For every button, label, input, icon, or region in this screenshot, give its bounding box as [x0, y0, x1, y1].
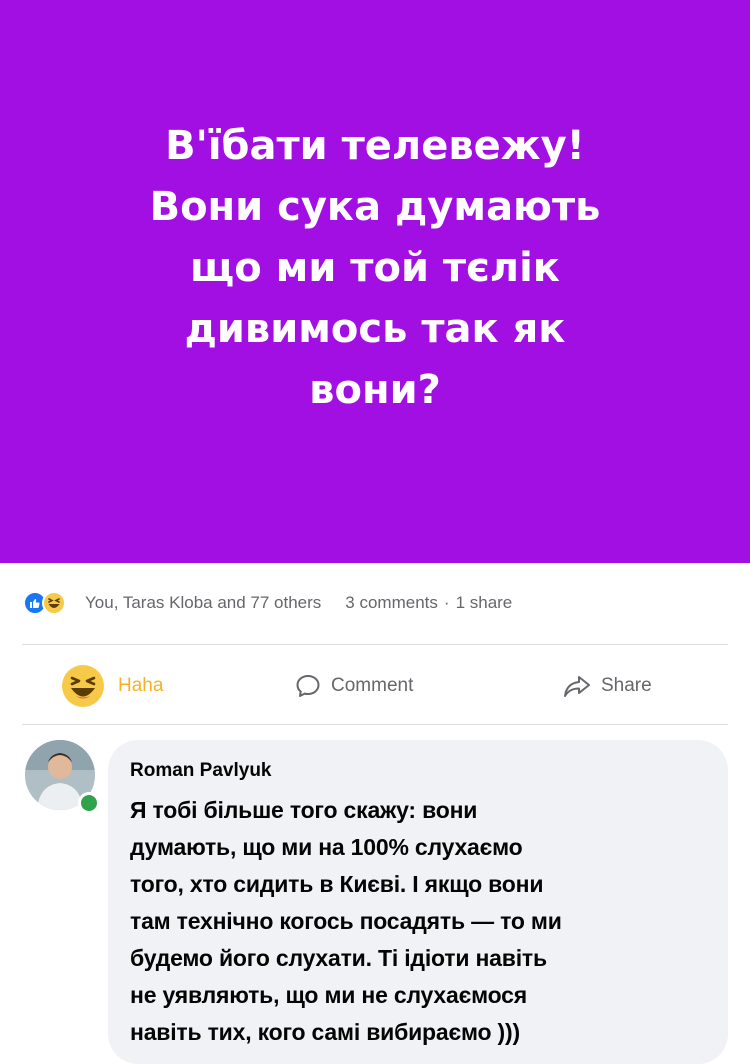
comment-label: Comment	[331, 675, 414, 696]
haha-icon	[62, 665, 104, 707]
haha-icon	[42, 591, 66, 615]
haha-label: Haha	[118, 675, 164, 696]
meta-separator: ·	[443, 593, 450, 612]
comment-bubble: Roman Pavlyuk Я тобі більше того скажу: …	[108, 740, 728, 1064]
divider-top	[22, 644, 728, 645]
reaction-icons[interactable]	[23, 590, 79, 616]
action-bar: Haha Comment Share	[0, 655, 750, 717]
post-text: В'їбати телевежу! Вони сука думають що м…	[149, 123, 601, 413]
shares-count[interactable]: 1 share	[456, 593, 513, 613]
share-label: Share	[601, 675, 652, 696]
comment-button[interactable]: Comment	[295, 655, 413, 717]
share-icon	[563, 673, 591, 699]
comment-author[interactable]: Roman Pavlyuk	[130, 760, 704, 782]
comment-text: Я тобі більше того скажу: вони думають, …	[130, 797, 562, 1045]
comments-count[interactable]: 3 comments	[345, 593, 438, 613]
reactions-summary[interactable]: You, Taras Kloba and 77 others 3 comment…	[0, 588, 750, 618]
comment-icon	[295, 673, 321, 699]
post-card: В'їбати телевежу! Вони сука думають що м…	[0, 0, 750, 563]
share-button[interactable]: Share	[563, 655, 652, 717]
online-status-indicator	[78, 792, 100, 814]
reactions-names[interactable]: You, Taras Kloba and 77 others	[85, 593, 321, 613]
haha-reaction-button[interactable]: Haha	[62, 655, 163, 717]
divider-bottom	[22, 724, 728, 725]
